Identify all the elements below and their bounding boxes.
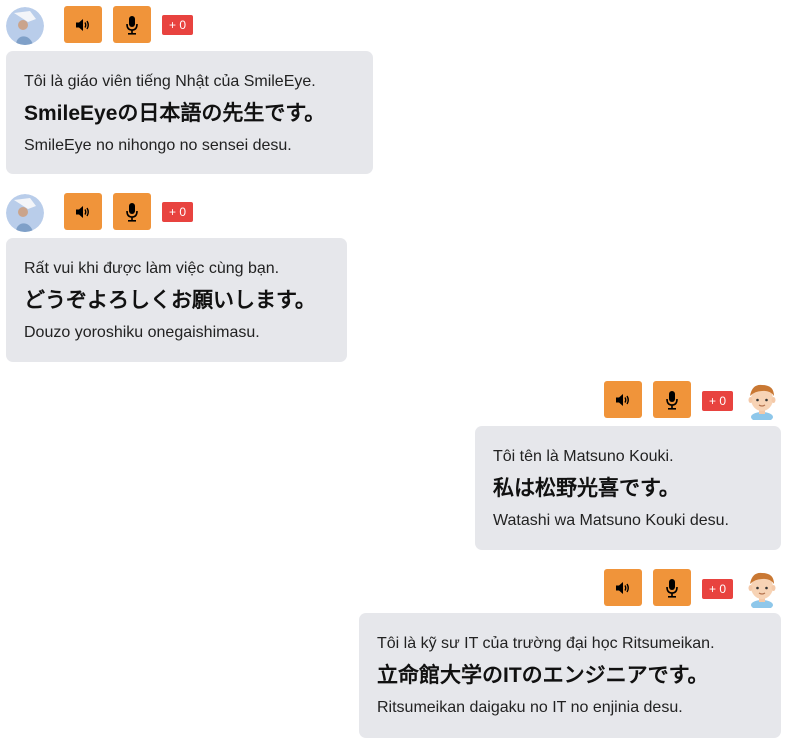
- record-voice-button[interactable]: [653, 569, 691, 606]
- score-badge[interactable]: + 0: [162, 202, 193, 222]
- romaji-text: Watashi wa Matsuno Kouki desu.: [493, 512, 729, 529]
- record-voice-button[interactable]: [113, 193, 151, 230]
- message-bubble: Tôi là giáo viên tiếng Nhật của SmileEye…: [6, 51, 373, 174]
- microphone-icon: [126, 15, 138, 35]
- record-voice-button[interactable]: [653, 381, 691, 418]
- score-badge[interactable]: + 0: [162, 15, 193, 35]
- speaker-icon: [616, 581, 629, 594]
- message-bubble: Tôi là kỹ sư IT của trường đại học Ritsu…: [359, 613, 781, 738]
- romaji-text: Douzo yoroshiku onegaishimasu.: [24, 324, 260, 341]
- speaker-icon: [616, 393, 629, 406]
- japanese-text: SmileEyeの日本語の先生です。: [24, 102, 326, 125]
- record-voice-button[interactable]: [113, 6, 151, 43]
- student-avatar: [744, 382, 782, 420]
- japanese-text: 立命館大学のITのエンジニアです。: [377, 664, 709, 687]
- message-bubble: Tôi tên là Matsuno Kouki. 私は松野光喜です。 Wata…: [475, 426, 781, 550]
- play-audio-button[interactable]: [64, 6, 102, 43]
- japanese-text: 私は松野光喜です。: [493, 477, 680, 500]
- vietnamese-text: Tôi tên là Matsuno Kouki.: [493, 448, 674, 465]
- speaker-icon: [76, 205, 89, 218]
- microphone-icon: [666, 390, 678, 410]
- vietnamese-text: Tôi là kỹ sư IT của trường đại học Ritsu…: [377, 635, 715, 652]
- play-audio-button[interactable]: [604, 569, 642, 606]
- student-avatar: [744, 570, 782, 608]
- romaji-text: Ritsumeikan daigaku no IT no enjinia des…: [377, 699, 683, 716]
- score-badge[interactable]: + 0: [702, 579, 733, 599]
- score-badge[interactable]: + 0: [702, 391, 733, 411]
- message-bubble: Rất vui khi được làm việc cùng bạn. どうぞよ…: [6, 238, 347, 362]
- teacher-avatar: [6, 194, 44, 232]
- japanese-text: どうぞよろしくお願いします。: [24, 289, 316, 312]
- vietnamese-text: Rất vui khi được làm việc cùng bạn.: [24, 260, 280, 277]
- teacher-avatar: [6, 7, 44, 45]
- play-audio-button[interactable]: [64, 193, 102, 230]
- speaker-icon: [76, 18, 89, 31]
- vietnamese-text: Tôi là giáo viên tiếng Nhật của SmileEye…: [24, 73, 316, 90]
- romaji-text: SmileEye no nihongo no sensei desu.: [24, 137, 292, 154]
- play-audio-button[interactable]: [604, 381, 642, 418]
- microphone-icon: [666, 578, 678, 598]
- microphone-icon: [126, 202, 138, 222]
